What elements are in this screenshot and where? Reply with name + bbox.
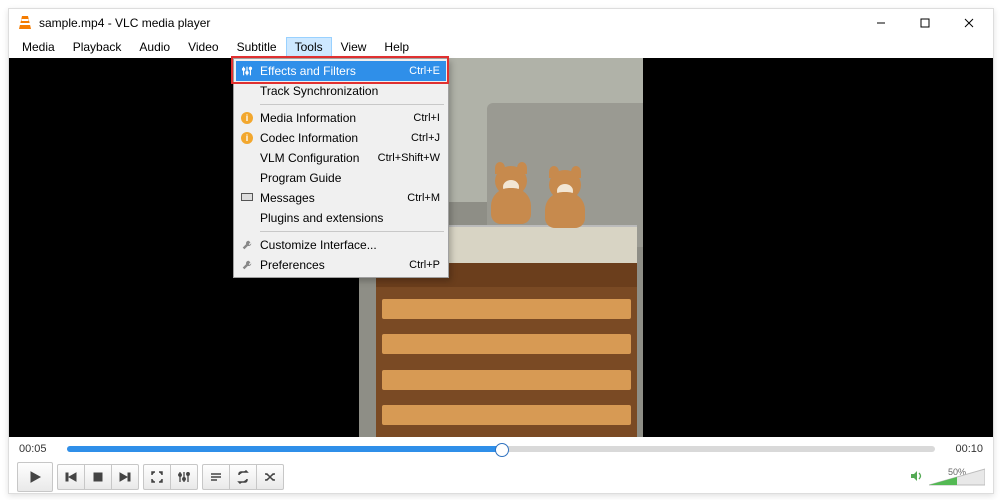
seek-row: 00:05 00:10 — [9, 437, 993, 461]
close-button[interactable] — [947, 9, 991, 37]
sliders-icon — [238, 65, 256, 77]
fullscreen-button[interactable] — [143, 464, 171, 490]
menu-video[interactable]: Video — [179, 37, 227, 57]
time-total: 00:10 — [943, 443, 983, 455]
seek-slider[interactable] — [67, 446, 935, 452]
video-area[interactable] — [9, 58, 993, 437]
vlc-logo-icon — [17, 15, 33, 31]
minimize-button[interactable] — [859, 9, 903, 37]
volume-slider[interactable] — [929, 467, 985, 487]
menuitem-effects-and-filters[interactable]: Effects and FiltersCtrl+E — [236, 61, 446, 81]
tools-menu-dropdown: Effects and FiltersCtrl+ETrack Synchroni… — [233, 58, 449, 278]
info-icon: i — [238, 132, 256, 144]
loop-button[interactable] — [229, 464, 257, 490]
menu-tools[interactable]: Tools — [286, 37, 332, 57]
next-button[interactable] — [111, 464, 139, 490]
menuitem-messages[interactable]: MessagesCtrl+M — [236, 188, 446, 208]
menuitem-customize-interface[interactable]: Customize Interface... — [236, 235, 446, 255]
titlebar: sample.mp4 - VLC media player — [9, 9, 993, 37]
wrench-icon — [238, 259, 256, 271]
playlist-button[interactable] — [202, 464, 230, 490]
maximize-button[interactable] — [903, 9, 947, 37]
previous-button[interactable] — [57, 464, 85, 490]
time-elapsed: 00:05 — [19, 443, 59, 455]
menu-subtitle[interactable]: Subtitle — [228, 37, 286, 57]
menu-audio[interactable]: Audio — [130, 37, 179, 57]
menuitem-media-information[interactable]: iMedia InformationCtrl+I — [236, 108, 446, 128]
mute-icon[interactable] — [909, 469, 923, 486]
controls-bar: 50% — [9, 461, 993, 493]
menuitem-track-synchronization[interactable]: Track Synchronization — [236, 81, 446, 101]
window-title: sample.mp4 - VLC media player — [39, 16, 210, 30]
menu-help[interactable]: Help — [375, 37, 418, 57]
wrench-icon — [238, 239, 256, 251]
msg-icon — [238, 193, 256, 203]
menuitem-preferences[interactable]: PreferencesCtrl+P — [236, 255, 446, 275]
menuitem-program-guide[interactable]: Program Guide — [236, 168, 446, 188]
extended-settings-button[interactable] — [170, 464, 198, 490]
menubar: MediaPlaybackAudioVideoSubtitleToolsView… — [9, 37, 993, 58]
menu-media[interactable]: Media — [13, 37, 64, 57]
menuitem-plugins-and-extensions[interactable]: Plugins and extensions — [236, 208, 446, 228]
menu-playback[interactable]: Playback — [64, 37, 131, 57]
play-button[interactable] — [17, 462, 53, 492]
menu-view[interactable]: View — [332, 37, 376, 57]
menuitem-codec-information[interactable]: iCodec InformationCtrl+J — [236, 128, 446, 148]
random-button[interactable] — [256, 464, 284, 490]
info-icon: i — [238, 112, 256, 124]
menuitem-vlm-configuration[interactable]: VLM ConfigurationCtrl+Shift+W — [236, 148, 446, 168]
stop-button[interactable] — [84, 464, 112, 490]
